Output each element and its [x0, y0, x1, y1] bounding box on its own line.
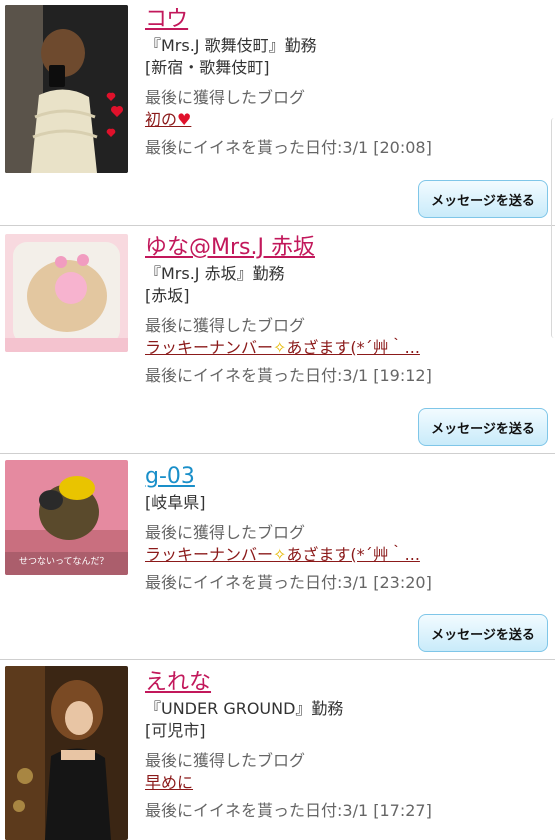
blog-title: 初の	[145, 110, 178, 129]
profile-shop: 『UNDER GROUND』勤務	[145, 699, 344, 718]
profile-name[interactable]: えれな	[145, 668, 211, 698]
blog-label: 最後に獲得したブログ	[145, 523, 306, 542]
profile-area: [可児市]	[145, 721, 206, 740]
photo-caption: せつないってなんだ？	[19, 556, 109, 567]
profile-card: えれな 『UNDER GROUND』勤務 [可児市] 最後に獲得したブログ 早め…	[0, 660, 555, 840]
profile-shop: 『Mrs.J 赤坂』勤務	[145, 264, 285, 283]
photo-image: せつないってなんだ？	[5, 460, 128, 575]
blog-link[interactable]: 早めに	[145, 772, 445, 794]
photo-image	[5, 666, 128, 840]
profile-info: えれな 『UNDER GROUND』勤務 [可児市] 最後に獲得したブログ 早め…	[145, 660, 547, 822]
send-message-button[interactable]: メッセージを送る	[418, 614, 548, 652]
profile-name[interactable]: コウ	[145, 5, 188, 35]
like-date: 最後にイイネを貰った日付:3/1 [23:20]	[145, 573, 432, 592]
profile-area: [岐阜県]	[145, 493, 206, 512]
profile-area: [新宿・歌舞伎町]	[145, 58, 270, 77]
profile-list: コウ 『Mrs.J 歌舞伎町』勤務 [新宿・歌舞伎町] 最後に獲得したブログ 初…	[0, 0, 555, 840]
profile-area: [赤坂]	[145, 286, 190, 305]
photo-image	[5, 5, 128, 173]
blog-title-rest: あざます(*´艸｀...	[286, 338, 420, 357]
like-date: 最後にイイネを貰った日付:3/1 [17:27]	[145, 801, 432, 820]
like-date: 最後にイイネを貰った日付:3/1 [19:12]	[145, 366, 432, 385]
photo-image	[5, 234, 128, 352]
blog-label: 最後に獲得したブログ	[145, 751, 306, 770]
blog-link[interactable]: ラッキーナンバー✧あざます(*´艸｀...	[145, 544, 445, 566]
blog-link[interactable]: 初の♥	[145, 109, 445, 131]
profile-photo[interactable]	[5, 5, 128, 173]
profile-name[interactable]: ゆな@Mrs.J 赤坂	[145, 233, 315, 263]
blog-label: 最後に獲得したブログ	[145, 316, 306, 335]
profile-card: コウ 『Mrs.J 歌舞伎町』勤務 [新宿・歌舞伎町] 最後に獲得したブログ 初…	[0, 0, 555, 226]
like-date: 最後にイイネを貰った日付:3/1 [20:08]	[145, 138, 432, 157]
send-message-button[interactable]: メッセージを送る	[418, 180, 548, 218]
blog-link[interactable]: ラッキーナンバー✧あざます(*´艸｀...	[145, 337, 445, 359]
profile-info: コウ 『Mrs.J 歌舞伎町』勤務 [新宿・歌舞伎町] 最後に獲得したブログ 初…	[145, 0, 547, 159]
profile-name[interactable]: g-03	[145, 462, 195, 492]
profile-info: ゆな@Mrs.J 赤坂 『Mrs.J 赤坂』勤務 [赤坂] 最後に獲得したブログ…	[145, 226, 547, 387]
blog-title-rest: あざます(*´艸｀...	[286, 545, 420, 564]
heart-icon: ♥	[177, 110, 192, 129]
profile-photo[interactable]	[5, 234, 128, 352]
send-message-button[interactable]: メッセージを送る	[418, 408, 548, 446]
profile-photo[interactable]: せつないってなんだ？	[5, 460, 128, 575]
profile-photo[interactable]	[5, 666, 128, 840]
profile-card: ゆな@Mrs.J 赤坂 『Mrs.J 赤坂』勤務 [赤坂] 最後に獲得したブログ…	[0, 226, 555, 454]
profile-info: g-03 [岐阜県] 最後に獲得したブログ ラッキーナンバー✧あざます(*´艸｀…	[145, 454, 547, 594]
profile-shop: 『Mrs.J 歌舞伎町』勤務	[145, 36, 317, 55]
sparkle-icon: ✧	[273, 338, 287, 357]
profile-card: せつないってなんだ？ g-03 [岐阜県] 最後に獲得したブログ ラッキーナンバ…	[0, 454, 555, 660]
blog-label: 最後に獲得したブログ	[145, 88, 306, 107]
scrollbar[interactable]	[551, 118, 555, 338]
blog-title: ラッキーナンバー	[145, 545, 274, 564]
sparkle-icon: ✧	[273, 545, 287, 564]
blog-title: ラッキーナンバー	[145, 338, 274, 357]
